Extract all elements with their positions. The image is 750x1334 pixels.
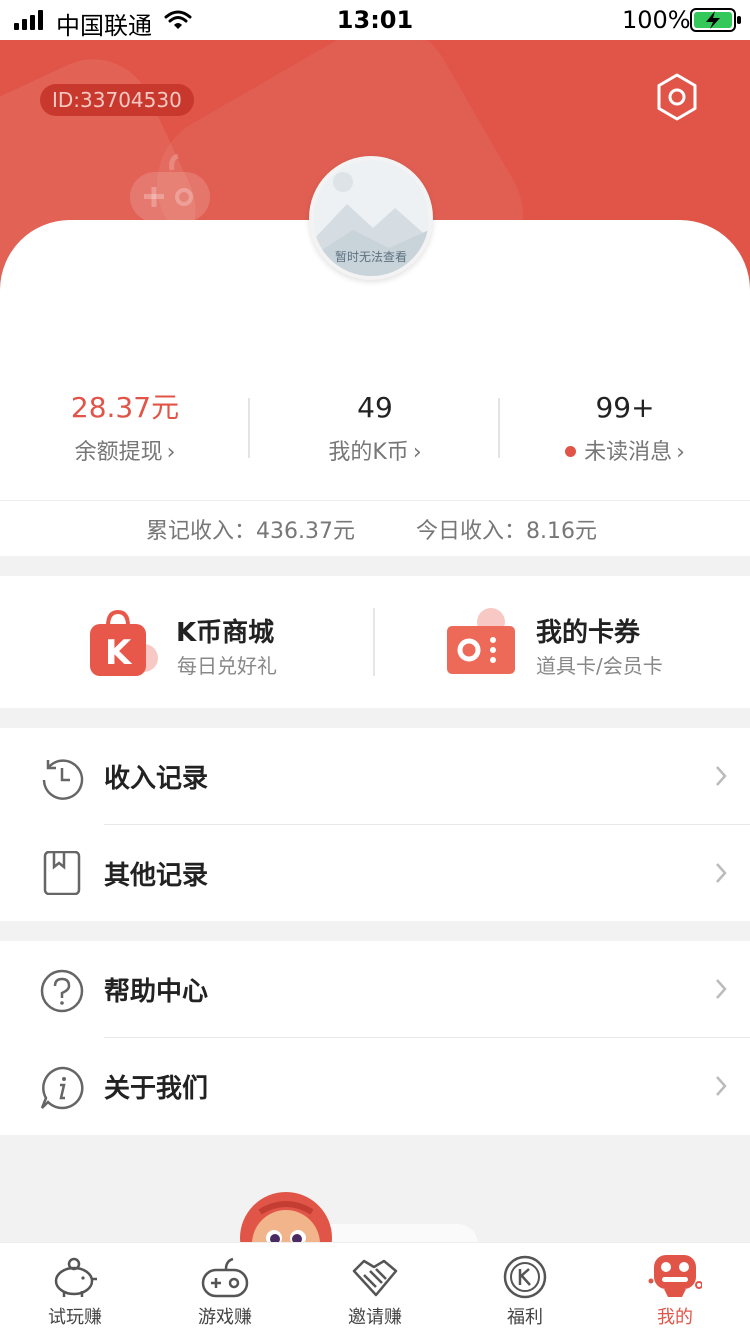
menu-label: 关于我们 — [104, 1074, 209, 1104]
handshake-icon — [352, 1259, 398, 1297]
gamepad-icon — [201, 1257, 249, 1298]
income-summary: 累记收入：436.37元 今日收入：8.16元 — [0, 500, 750, 556]
k-coin-icon — [503, 1255, 547, 1299]
today-income: 今日收入：8.16元 — [416, 519, 597, 544]
k-coin-balance[interactable]: 49 我的K币 › — [250, 380, 500, 470]
k-coin-value: 49 — [357, 391, 393, 424]
piggy-bank-icon — [54, 1257, 97, 1297]
info-icon — [40, 1066, 84, 1110]
bottom-tab-bar: 试玩赚 游戏赚 邀请赚 福利 我的 — [0, 1242, 750, 1334]
balance-withdraw[interactable]: 28.37元 余额提现 › — [0, 380, 250, 470]
chevron-right-icon: › — [676, 440, 685, 465]
unread-count: 99+ — [595, 391, 655, 424]
tab-welfare[interactable]: 福利 — [450, 1243, 600, 1334]
menu-label: 其他记录 — [104, 861, 209, 891]
history-icon — [42, 759, 84, 800]
k-coin-label: 我的K币 — [328, 440, 409, 465]
chevron-right-icon — [716, 863, 727, 883]
svg-text:K: K — [105, 633, 133, 673]
k-coin-shop[interactable]: K K币商城 每日兑好礼 — [0, 576, 375, 708]
unread-messages[interactable]: 99+ 未读消息 › — [500, 380, 750, 470]
tab-trial-earn[interactable]: 试玩赚 — [0, 1243, 150, 1334]
status-bar: 中国联通 13:01 100% — [0, 0, 750, 40]
stats-row: 28.37元 余额提现 › 49 我的K币 › 99+ 未读消息 › — [0, 380, 750, 480]
tab-invite-earn[interactable]: 邀请赚 — [300, 1243, 450, 1334]
menu-item-income-records[interactable]: 收入记录 — [0, 728, 750, 825]
avatar-placeholder-text: 暂时无法查看 — [334, 250, 407, 264]
menu-item-other-records[interactable]: 其他记录 — [0, 825, 750, 921]
shop-subtitle: 每日兑好礼 — [177, 654, 277, 678]
menu-label: 收入记录 — [104, 764, 209, 794]
tab-label: 我的 — [657, 1307, 693, 1328]
help-icon — [40, 969, 84, 1013]
tab-label: 游戏赚 — [198, 1307, 252, 1328]
menu-item-help-center[interactable]: 帮助中心 — [0, 941, 750, 1038]
tab-label: 试玩赚 — [48, 1307, 102, 1328]
battery-charging-icon — [690, 8, 741, 32]
coupon-title: 我的卡券 — [536, 618, 641, 648]
chevron-right-icon: › — [166, 440, 176, 465]
menu-label: 帮助中心 — [104, 977, 209, 1007]
total-income: 累记收入：436.37元 — [146, 519, 355, 544]
chevron-right-icon — [716, 1076, 727, 1096]
menu-item-about-us[interactable]: 关于我们 — [0, 1038, 750, 1135]
divider — [248, 398, 250, 458]
gamepad-decoration-icon — [130, 153, 210, 222]
settings-icon[interactable] — [654, 72, 700, 122]
tab-label: 邀请赚 — [348, 1307, 402, 1328]
balance-label: 余额提现 — [74, 440, 163, 465]
user-id-badge: ID:33704530 — [40, 84, 194, 116]
chevron-right-icon — [716, 766, 727, 786]
unread-dot-icon — [565, 446, 577, 457]
tab-game-earn[interactable]: 游戏赚 — [150, 1243, 300, 1334]
tab-label: 福利 — [507, 1307, 543, 1328]
battery-percentage: 100% — [622, 6, 691, 34]
balance-value: 28.37元 — [70, 391, 180, 424]
robot-face-icon — [648, 1255, 702, 1297]
tab-mine[interactable]: 我的 — [600, 1243, 750, 1334]
unread-label: 未读消息 — [584, 440, 673, 465]
promo-section: K K币商城 每日兑好礼 我的卡券 道具卡/会员卡 — [0, 576, 750, 708]
support-menu: 帮助中心 关于我们 — [0, 941, 750, 1135]
shop-title: K币商城 — [176, 618, 275, 648]
records-menu: 收入记录 其他记录 — [0, 728, 750, 921]
my-coupons[interactable]: 我的卡券 道具卡/会员卡 — [375, 576, 750, 708]
shop-bag-icon: K — [90, 609, 158, 676]
coupon-ticket-icon — [447, 608, 515, 674]
bookmark-book-icon — [43, 851, 81, 895]
chevron-right-icon — [716, 979, 727, 999]
avatar[interactable]: 暂时无法查看 — [309, 156, 433, 280]
coupon-subtitle: 道具卡/会员卡 — [536, 654, 663, 678]
chevron-right-icon: › — [412, 440, 422, 465]
divider — [498, 398, 500, 458]
